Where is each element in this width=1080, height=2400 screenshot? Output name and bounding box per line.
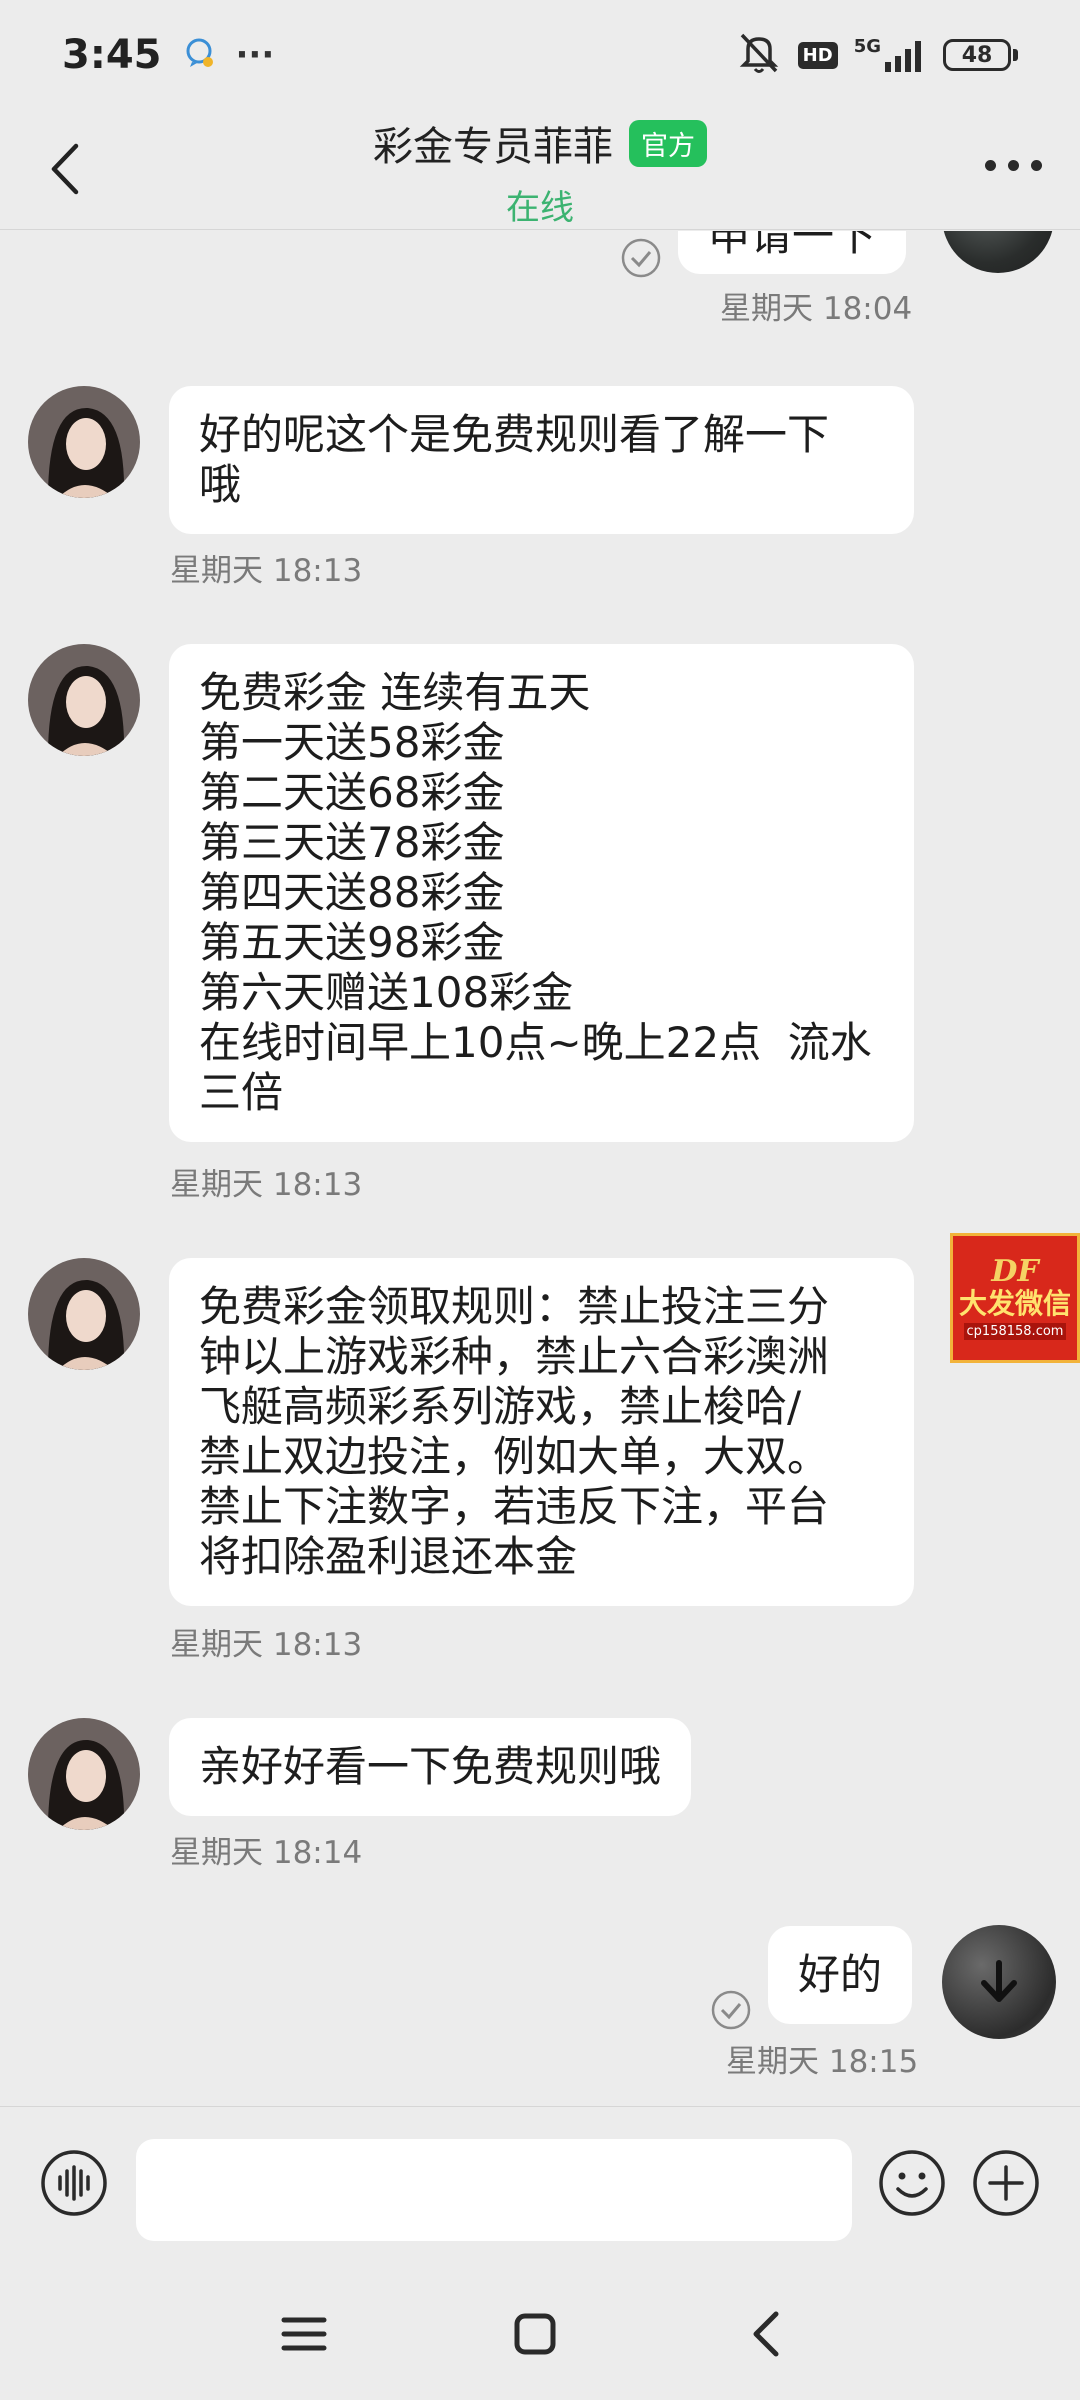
official-badge: 官方 bbox=[629, 119, 707, 167]
message-line: 第六天赠送108彩金 bbox=[199, 968, 574, 1017]
message-time: 星期天 18:15 bbox=[726, 2044, 919, 2080]
emoji-button[interactable] bbox=[878, 2149, 946, 2217]
message-text: 亲好好看一下免费规则哦 bbox=[199, 1742, 662, 1791]
message-time: 星期天 18:13 bbox=[170, 1627, 363, 1663]
message-bubble[interactable]: 免费彩金 连续有五天 第一天送58彩金 第二天送68彩金 第三天送78彩金 第四… bbox=[169, 644, 914, 1142]
scroll-down-button[interactable] bbox=[942, 1925, 1056, 2039]
status-bar: 3:45 ··· HD 5G 48 bbox=[0, 0, 1080, 110]
more-options-button[interactable] bbox=[985, 160, 1042, 171]
contact-name[interactable]: 彩金专员菲菲 bbox=[373, 114, 613, 172]
chat-bubble-notification-icon bbox=[182, 36, 216, 74]
promo-title: 大发微信 bbox=[958, 1286, 1071, 1320]
user-avatar[interactable] bbox=[942, 231, 1054, 273]
message-line: 第三天送78彩金 bbox=[199, 818, 505, 867]
status-more: ··· bbox=[235, 35, 275, 75]
message-text: 好的 bbox=[798, 1950, 883, 1999]
message-line: 将扣除盈利退还本金 bbox=[199, 1532, 578, 1581]
message-line: 第五天送98彩金 bbox=[199, 918, 505, 967]
message-time: 星期天 18:13 bbox=[170, 553, 363, 589]
more-dots-icon bbox=[985, 160, 996, 171]
message-bubble[interactable]: 申请一下 bbox=[678, 231, 907, 274]
title-block: 彩金专员菲菲 官方 在线 bbox=[0, 114, 1080, 229]
status-time: 3:45 bbox=[62, 32, 162, 78]
promo-url: cp158158.com bbox=[963, 1322, 1067, 1340]
message-line: 第四天送88彩金 bbox=[199, 868, 505, 917]
contact-avatar[interactable] bbox=[28, 1718, 140, 1830]
message-line: 第二天送68彩金 bbox=[199, 768, 505, 817]
message-bubble[interactable]: 好的呢这个是免费规则看了解一下 哦 bbox=[169, 386, 914, 534]
voice-wave-icon bbox=[41, 2150, 107, 2216]
message-line: 免费彩金领取规则：禁止投注三分 bbox=[199, 1282, 830, 1331]
message-bubble[interactable]: 好的 bbox=[768, 1926, 913, 2024]
plus-icon bbox=[973, 2150, 1039, 2216]
message-line: 第一天送58彩金 bbox=[199, 718, 505, 767]
nav-recents-button[interactable] bbox=[274, 2304, 334, 2364]
plus-button[interactable] bbox=[972, 2149, 1040, 2217]
promo-logo: DF bbox=[991, 1253, 1039, 1289]
message-line: 飞艇高频彩系列游戏，禁止梭哈/ bbox=[199, 1382, 802, 1431]
square-home-icon bbox=[514, 2313, 556, 2355]
message-line: 三倍 bbox=[199, 1068, 284, 1117]
message-line: 禁止双边投注，例如大单，大双。 bbox=[199, 1432, 830, 1481]
promo-banner[interactable]: DF 大发微信 cp158158.com bbox=[950, 1233, 1080, 1363]
message-text: 申请一下 bbox=[708, 231, 877, 260]
network-type: 5G bbox=[853, 36, 881, 57]
contact-avatar[interactable] bbox=[28, 644, 140, 756]
message-time: 星期天 18:14 bbox=[170, 1835, 363, 1871]
message-line: 免费彩金 连续有五天 bbox=[199, 668, 591, 717]
battery-level: 48 bbox=[943, 39, 1011, 71]
message-line: 哦 bbox=[199, 460, 242, 509]
message-line: 禁止下注数字，若违反下注，平台 bbox=[199, 1482, 830, 1531]
input-bar bbox=[0, 2106, 1080, 2256]
message-line: 在线时间早上10点~晚上22点 流水 bbox=[199, 1018, 872, 1067]
message-time: 星期天 18:13 bbox=[170, 1167, 363, 1203]
message-line: 好的呢这个是免费规则看了解一下 bbox=[199, 410, 830, 459]
message-bubble[interactable]: 亲好好看一下免费规则哦 bbox=[169, 1718, 692, 1816]
arrow-down-icon bbox=[981, 1960, 1017, 2002]
message-line: 钟以上游戏彩种，禁止六合彩澳洲 bbox=[199, 1332, 830, 1381]
online-status: 在线 bbox=[506, 188, 574, 228]
signal-icon: 5G bbox=[854, 38, 927, 72]
chevron-left-icon bbox=[753, 2311, 779, 2357]
nav-back-button[interactable] bbox=[738, 2304, 798, 2364]
contact-avatar[interactable] bbox=[28, 386, 140, 498]
nav-home-button[interactable] bbox=[505, 2304, 565, 2364]
system-nav-bar bbox=[0, 2256, 1080, 2400]
emoji-icon bbox=[879, 2150, 945, 2216]
contact-avatar[interactable] bbox=[28, 1258, 140, 1370]
voice-button[interactable] bbox=[40, 2149, 108, 2217]
message-bubble[interactable]: 免费彩金领取规则：禁止投注三分 钟以上游戏彩种，禁止六合彩澳洲 飞艇高频彩系列游… bbox=[169, 1258, 914, 1606]
mute-bell-icon bbox=[736, 31, 782, 79]
sent-check-icon bbox=[711, 1990, 751, 2030]
chat-messages[interactable]: 申请一下 星期天 18:04 好的呢这个是免费规则看了解一下 哦 星期天 18:… bbox=[0, 231, 1080, 2106]
battery-icon: 48 bbox=[943, 39, 1018, 71]
hd-badge: HD bbox=[797, 41, 838, 69]
chat-header: 彩金专员菲菲 官方 在线 bbox=[0, 110, 1080, 230]
message-input[interactable] bbox=[136, 2139, 852, 2241]
menu-lines-icon bbox=[281, 2317, 327, 2351]
message-time: 星期天 18:04 bbox=[720, 291, 913, 327]
sent-check-icon bbox=[621, 238, 661, 278]
